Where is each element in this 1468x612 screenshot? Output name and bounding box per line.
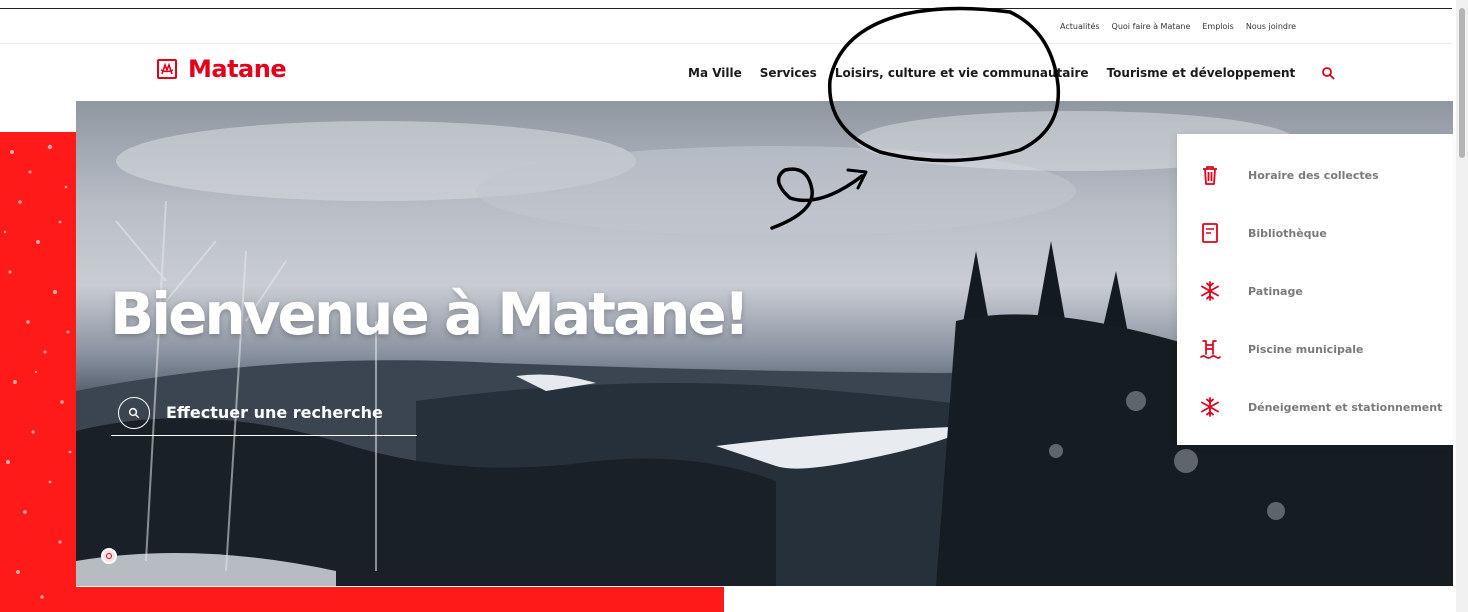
book-icon xyxy=(1197,220,1223,246)
hero-search-button[interactable]: Effectuer une recherche xyxy=(111,390,417,436)
trash-bin-icon xyxy=(1197,162,1223,188)
nav-item-tourisme[interactable]: Tourisme et développement xyxy=(1107,66,1296,80)
quick-link-collectes[interactable]: Horaire des collectes xyxy=(1177,146,1453,204)
utility-link-things-to-do[interactable]: Quoi faire à Matane xyxy=(1112,22,1191,31)
brand-name: Matane xyxy=(188,55,287,83)
snowflake-icon xyxy=(1197,278,1223,304)
scrollbar-thumb[interactable] xyxy=(1459,8,1465,158)
quick-link-patinage[interactable]: Patinage xyxy=(1177,262,1453,320)
hero-search-label: Effectuer une recherche xyxy=(166,403,383,422)
page-scrollbar[interactable] xyxy=(1456,0,1468,612)
nav-item-loisirs[interactable]: Loisirs, culture et vie communautaire xyxy=(835,66,1089,80)
city-crest-icon xyxy=(157,59,177,79)
decorative-red-footer-band xyxy=(76,587,724,612)
top-divider xyxy=(0,8,1452,9)
quick-link-label: Bibliothèque xyxy=(1248,226,1327,240)
quick-link-label: Piscine municipale xyxy=(1248,342,1364,356)
quick-link-piscine[interactable]: Piscine municipale xyxy=(1177,320,1453,378)
snowflake-icon xyxy=(1197,394,1223,420)
decorative-red-band xyxy=(0,132,76,612)
utility-link-contact[interactable]: Nous joindre xyxy=(1246,22,1296,31)
main-nav: Ma Ville Services Loisirs, culture et vi… xyxy=(688,66,1335,80)
utility-link-news[interactable]: Actualités xyxy=(1060,22,1100,31)
quick-links-panel: Horaire des collectes Bibliothèque Patin… xyxy=(1177,134,1453,445)
utility-link-jobs[interactable]: Emplois xyxy=(1202,22,1233,31)
utility-nav: Actualités Quoi faire à Matane Emplois N… xyxy=(1060,22,1296,31)
quick-link-deneigement[interactable]: Déneigement et stationnement xyxy=(1177,378,1453,436)
hero-title: Bienvenue à Matane! xyxy=(110,280,750,348)
header-divider xyxy=(0,43,1452,44)
pool-ladder-icon xyxy=(1197,336,1223,362)
quick-link-label: Horaire des collectes xyxy=(1248,168,1379,182)
search-icon[interactable] xyxy=(1321,66,1335,80)
search-icon xyxy=(118,396,150,429)
nav-item-ma-ville[interactable]: Ma Ville xyxy=(688,66,742,80)
carousel-indicator[interactable] xyxy=(101,548,117,564)
quick-link-bibliotheque[interactable]: Bibliothèque xyxy=(1177,204,1453,262)
site-logo[interactable]: Matane xyxy=(156,55,287,83)
nav-item-services[interactable]: Services xyxy=(760,66,817,80)
quick-link-label: Déneigement et stationnement xyxy=(1248,400,1443,414)
quick-link-label: Patinage xyxy=(1248,284,1303,298)
